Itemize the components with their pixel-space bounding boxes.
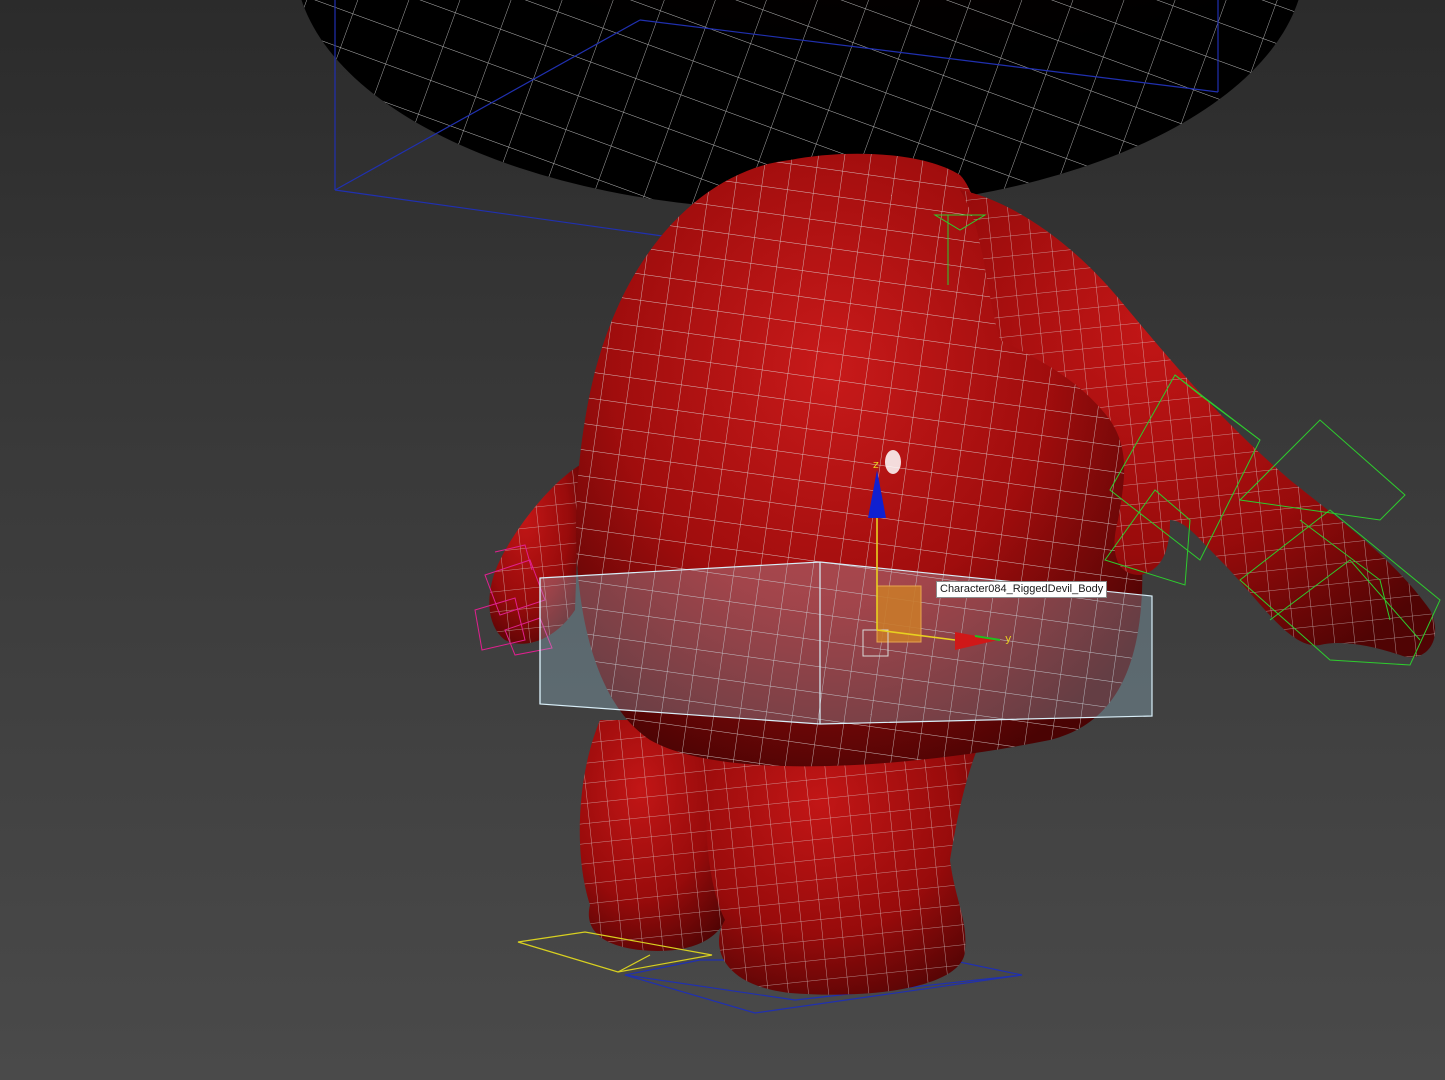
object-name-tooltip: Character084_RiggedDevil_Body [936,581,1108,598]
scene-canvas[interactable]: z y [0,0,1445,1080]
y-axis-label: y [1005,632,1012,645]
3d-viewport[interactable]: z y Character084_RiggedDevil_Body [0,0,1445,1080]
z-axis-label: z [873,458,879,471]
